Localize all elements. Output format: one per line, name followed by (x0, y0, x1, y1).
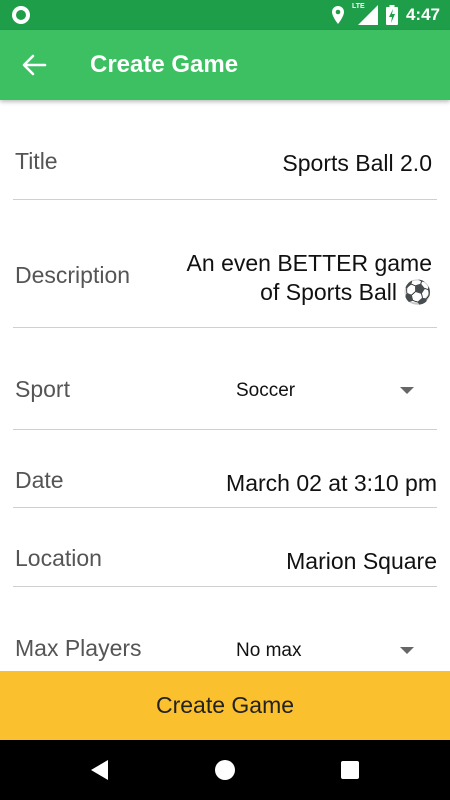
location-icon (331, 6, 344, 24)
status-bar: LTE 4:47 (0, 0, 450, 30)
signal-icon: LTE (352, 3, 378, 25)
description-label: Description (15, 262, 131, 288)
chevron-down-icon (400, 387, 414, 394)
back-triangle-icon[interactable] (91, 760, 108, 780)
date-label: Date (15, 467, 64, 493)
max-players-row: Max Players No max (13, 587, 437, 671)
max-players-label: Max Players (15, 635, 142, 661)
app-bar: Create Game (0, 30, 450, 100)
notification-circle-icon (12, 6, 30, 24)
status-icons: LTE 4:47 (331, 3, 440, 26)
create-game-button[interactable]: Create Game (0, 671, 450, 740)
description-line-1: An even BETTER game (186, 250, 432, 276)
home-circle-icon[interactable] (215, 760, 235, 780)
date-field[interactable]: March 02 at 3:10 pm (226, 470, 437, 497)
location-label: Location (15, 545, 102, 571)
description-field[interactable]: An even BETTER game of Sports Ball ⚽ (187, 249, 432, 307)
sport-row: Sport Soccer (13, 328, 437, 430)
back-button[interactable] (16, 47, 52, 83)
title-label: Title (15, 148, 58, 174)
date-row: Date March 02 at 3:10 pm (13, 430, 437, 508)
description-row: Description An even BETTER game of Sport… (13, 200, 437, 328)
chevron-down-icon (400, 647, 414, 654)
location-row: Location Marion Square (13, 508, 437, 587)
page-title: Create Game (90, 51, 239, 78)
location-field[interactable]: Marion Square (286, 548, 437, 575)
title-row: Title Sports Ball 2.0 (13, 132, 437, 200)
description-line-2: of Sports Ball ⚽ (260, 279, 432, 305)
max-players-selected-value: No max (236, 640, 302, 661)
arrow-back-icon (22, 54, 47, 76)
system-nav-bar (0, 740, 450, 800)
status-time: 4:47 (405, 5, 440, 24)
max-players-select[interactable]: No max (236, 636, 436, 666)
sport-select[interactable]: Soccer (236, 376, 436, 406)
sport-selected-value: Soccer (236, 380, 296, 401)
recents-square-icon[interactable] (341, 761, 359, 779)
title-field[interactable]: Sports Ball 2.0 (282, 150, 432, 177)
sport-label: Sport (15, 376, 70, 402)
battery-charging-icon (385, 5, 398, 25)
